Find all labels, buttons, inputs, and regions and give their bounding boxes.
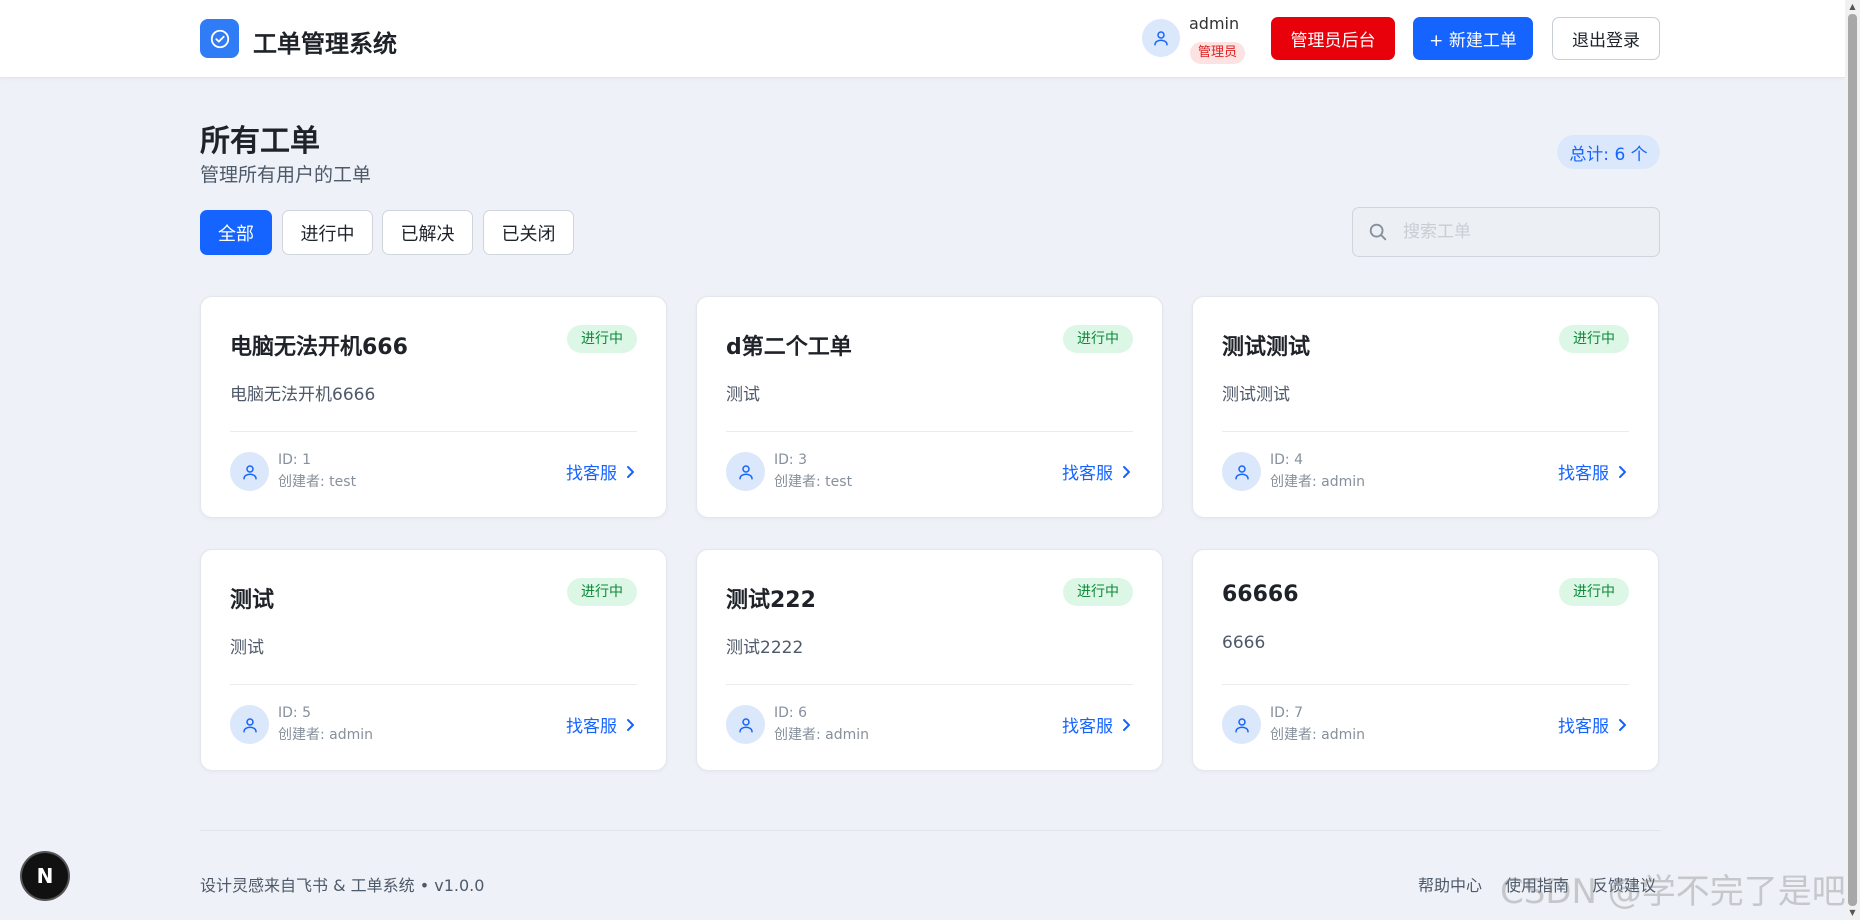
ticket-status-badge: 进行中: [1063, 578, 1133, 606]
ticket-status-badge: 进行中: [1063, 325, 1133, 353]
ticket-id: ID: 5: [278, 705, 311, 721]
ticket-card[interactable]: d第二个工单 进行中 测试 ID: 3 创建者: test 找客服: [696, 296, 1163, 518]
ticket-card[interactable]: 测试 进行中 测试 ID: 5 创建者: admin 找客服: [200, 549, 667, 771]
contact-support-label: 找客服: [1062, 717, 1113, 737]
ticket-status-badge: 进行中: [1559, 325, 1629, 353]
contact-support-label: 找客服: [1558, 717, 1609, 737]
dev-indicator-badge[interactable]: N: [22, 853, 68, 899]
card-divider: [1222, 684, 1629, 685]
filter-tab-closed[interactable]: 已关闭: [483, 210, 574, 255]
ticket-title: 测试测试: [1222, 335, 1311, 360]
contact-support-link[interactable]: 找客服: [1558, 459, 1629, 484]
contact-support-link[interactable]: 找客服: [566, 459, 637, 484]
ticket-creator: 创建者: test: [278, 474, 357, 490]
ticket-description: 测试: [230, 638, 264, 658]
new-ticket-button[interactable]: + 新建工单: [1413, 17, 1533, 60]
chevron-right-icon: [1619, 465, 1626, 478]
filter-tab-in-progress[interactable]: 进行中: [282, 210, 373, 255]
ticket-description: 电脑无法开机6666: [230, 385, 376, 405]
total-count-badge: 总计: 6 个: [1557, 135, 1660, 169]
scrollbar-thumb[interactable]: [1848, 14, 1857, 906]
contact-support-link[interactable]: 找客服: [1558, 712, 1629, 737]
card-divider: [726, 431, 1133, 432]
ticket-card[interactable]: 测试222 进行中 测试2222 ID: 6 创建者: admin 找客服: [696, 549, 1163, 771]
ticket-card[interactable]: 66666 进行中 6666 ID: 7 创建者: admin 找客服: [1192, 549, 1659, 771]
user-avatar-icon[interactable]: [1142, 19, 1180, 57]
chevron-right-icon: [1123, 465, 1130, 478]
ticket-title: 电脑无法开机666: [230, 335, 408, 360]
chevron-right-icon: [1123, 718, 1130, 731]
page-title: 所有工单: [200, 124, 320, 159]
search-box: [1352, 207, 1660, 257]
chevron-right-icon: [627, 718, 634, 731]
ticket-title: 测试222: [726, 588, 816, 613]
filter-tab-resolved[interactable]: 已解决: [382, 210, 473, 255]
contact-support-label: 找客服: [1558, 464, 1609, 484]
role-badge: 管理员: [1190, 42, 1246, 64]
ticket-creator: 创建者: admin: [1270, 727, 1366, 743]
footer-divider: [200, 830, 1660, 831]
ticket-creator: 创建者: admin: [278, 727, 374, 743]
creator-avatar-icon: [1222, 705, 1261, 744]
card-divider: [1222, 431, 1629, 432]
contact-support-link[interactable]: 找客服: [1062, 712, 1133, 737]
ticket-title: d第二个工单: [726, 335, 852, 360]
card-divider: [726, 684, 1133, 685]
ticket-card[interactable]: 测试测试 进行中 测试测试 ID: 4 创建者: admin 找客服: [1192, 296, 1659, 518]
ticket-status-badge: 进行中: [567, 578, 637, 606]
contact-support-label: 找客服: [1062, 464, 1113, 484]
ticket-id: ID: 6: [774, 705, 807, 721]
contact-support-label: 找客服: [566, 464, 617, 484]
chevron-right-icon: [1619, 718, 1626, 731]
creator-avatar-icon: [230, 705, 269, 744]
ticket-id: ID: 7: [1270, 705, 1303, 721]
ticket-card[interactable]: 电脑无法开机666 进行中 电脑无法开机6666 ID: 1 创建者: test…: [200, 296, 667, 518]
watermark: CSDN @学不完了是吧: [1500, 872, 1846, 912]
filter-tab-all[interactable]: 全部: [200, 210, 272, 255]
ticket-id: ID: 4: [1270, 452, 1303, 468]
ticket-creator: 创建者: test: [774, 474, 853, 490]
page-subtitle: 管理所有用户的工单: [200, 164, 372, 186]
ticket-title: 测试: [230, 588, 275, 613]
search-input[interactable]: [1403, 208, 1659, 256]
user-name: admin: [1189, 14, 1240, 33]
footer-link-help[interactable]: 帮助中心: [1418, 872, 1482, 896]
contact-support-link[interactable]: 找客服: [1062, 459, 1133, 484]
contact-support-link[interactable]: 找客服: [566, 712, 637, 737]
search-icon: [1353, 221, 1403, 243]
ticket-creator: 创建者: admin: [774, 727, 870, 743]
ticket-id: ID: 3: [774, 452, 807, 468]
creator-avatar-icon: [726, 705, 765, 744]
creator-avatar-icon: [1222, 452, 1261, 491]
ticket-creator: 创建者: admin: [1270, 474, 1366, 490]
app-title: 工单管理系统: [253, 30, 397, 58]
ticket-description: 6666: [1222, 633, 1266, 653]
top-header: 工单管理系统 admin 管理员 管理员后台 + 新建工单 退出登录: [0, 0, 1845, 78]
card-divider: [230, 684, 637, 685]
creator-avatar-icon: [726, 452, 765, 491]
ticket-description: 测试测试: [1222, 385, 1290, 405]
admin-panel-button[interactable]: 管理员后台: [1271, 17, 1395, 60]
logo-check-icon: [200, 19, 239, 58]
footer-text: 设计灵感来自飞书 & 工单系统 • v1.0.0: [200, 876, 485, 895]
card-divider: [230, 431, 637, 432]
chevron-right-icon: [627, 465, 634, 478]
ticket-status-badge: 进行中: [1559, 578, 1629, 606]
ticket-title: 66666: [1222, 582, 1299, 607]
logout-button[interactable]: 退出登录: [1552, 17, 1660, 60]
ticket-description: 测试: [726, 385, 760, 405]
scroll-up-arrow-icon[interactable]: ▲: [1848, 2, 1857, 12]
contact-support-label: 找客服: [566, 717, 617, 737]
ticket-description: 测试2222: [726, 638, 804, 658]
ticket-id: ID: 1: [278, 452, 311, 468]
scroll-down-arrow-icon[interactable]: ▼: [1848, 908, 1857, 918]
ticket-status-badge: 进行中: [567, 325, 637, 353]
creator-avatar-icon: [230, 452, 269, 491]
